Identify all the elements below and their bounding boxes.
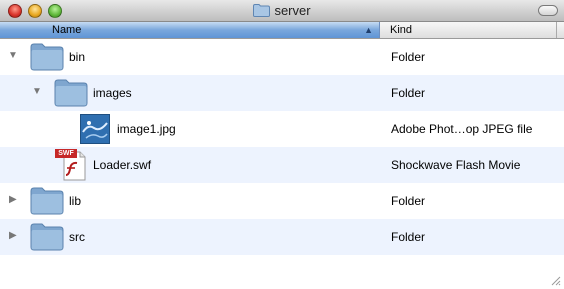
file-kind: Folder — [391, 50, 426, 64]
folder-icon — [30, 223, 64, 251]
file-kind: Shockwave Flash Movie — [391, 158, 521, 172]
column-divider — [556, 22, 557, 38]
sort-ascending-icon: ▲ — [364, 25, 373, 35]
swf-badge: SWF — [55, 149, 77, 158]
folder-icon — [30, 187, 64, 215]
file-name: src — [69, 230, 85, 244]
name-column-header[interactable]: Name ▲ — [0, 22, 380, 38]
file-kind: Adobe Phot…op JPEG file — [391, 122, 533, 136]
resize-grip-icon[interactable] — [549, 274, 561, 286]
list-item[interactable]: ▼ bin Folder — [0, 39, 564, 75]
list-item[interactable]: ▶ src Folder — [0, 219, 564, 255]
list-item[interactable]: image1.jpg Adobe Phot…op JPEG file — [0, 111, 564, 147]
file-list: ▼ bin Folder ▼ images Folder image1.jpg … — [0, 39, 564, 255]
title-bar: server — [0, 0, 564, 22]
list-item[interactable]: SWF Loader.swf Shockwave Flash Movie — [0, 147, 564, 183]
file-name: Loader.swf — [93, 158, 152, 172]
column-header: Name ▲ Kind — [0, 22, 564, 39]
disclosure-triangle-expanded-icon[interactable]: ▼ — [8, 51, 18, 61]
disclosure-triangle-collapsed-icon[interactable]: ▶ — [9, 231, 19, 241]
toolbar-toggle-button[interactable] — [538, 5, 558, 16]
folder-icon — [253, 4, 271, 17]
kind-column-label: Kind — [390, 24, 413, 36]
file-name: image1.jpg — [117, 122, 176, 136]
file-kind: Folder — [391, 86, 426, 100]
disclosure-triangle-expanded-icon[interactable]: ▼ — [32, 87, 42, 97]
folder-icon — [54, 79, 88, 107]
file-kind: Folder — [391, 194, 426, 208]
window-title-text: server — [274, 3, 311, 18]
image-file-icon — [80, 114, 110, 144]
swf-file-icon: SWF — [54, 149, 88, 181]
list-item[interactable]: ▼ images Folder — [0, 75, 564, 111]
disclosure-triangle-collapsed-icon[interactable]: ▶ — [9, 195, 19, 205]
list-item[interactable]: ▶ lib Folder — [0, 183, 564, 219]
folder-icon — [30, 43, 64, 71]
kind-column-header[interactable]: Kind — [381, 22, 556, 38]
window-title: server — [0, 3, 564, 19]
file-name: images — [93, 86, 132, 100]
file-kind: Folder — [391, 230, 426, 244]
file-name: lib — [69, 194, 82, 208]
name-column-label: Name — [52, 24, 82, 36]
file-name: bin — [69, 50, 86, 64]
